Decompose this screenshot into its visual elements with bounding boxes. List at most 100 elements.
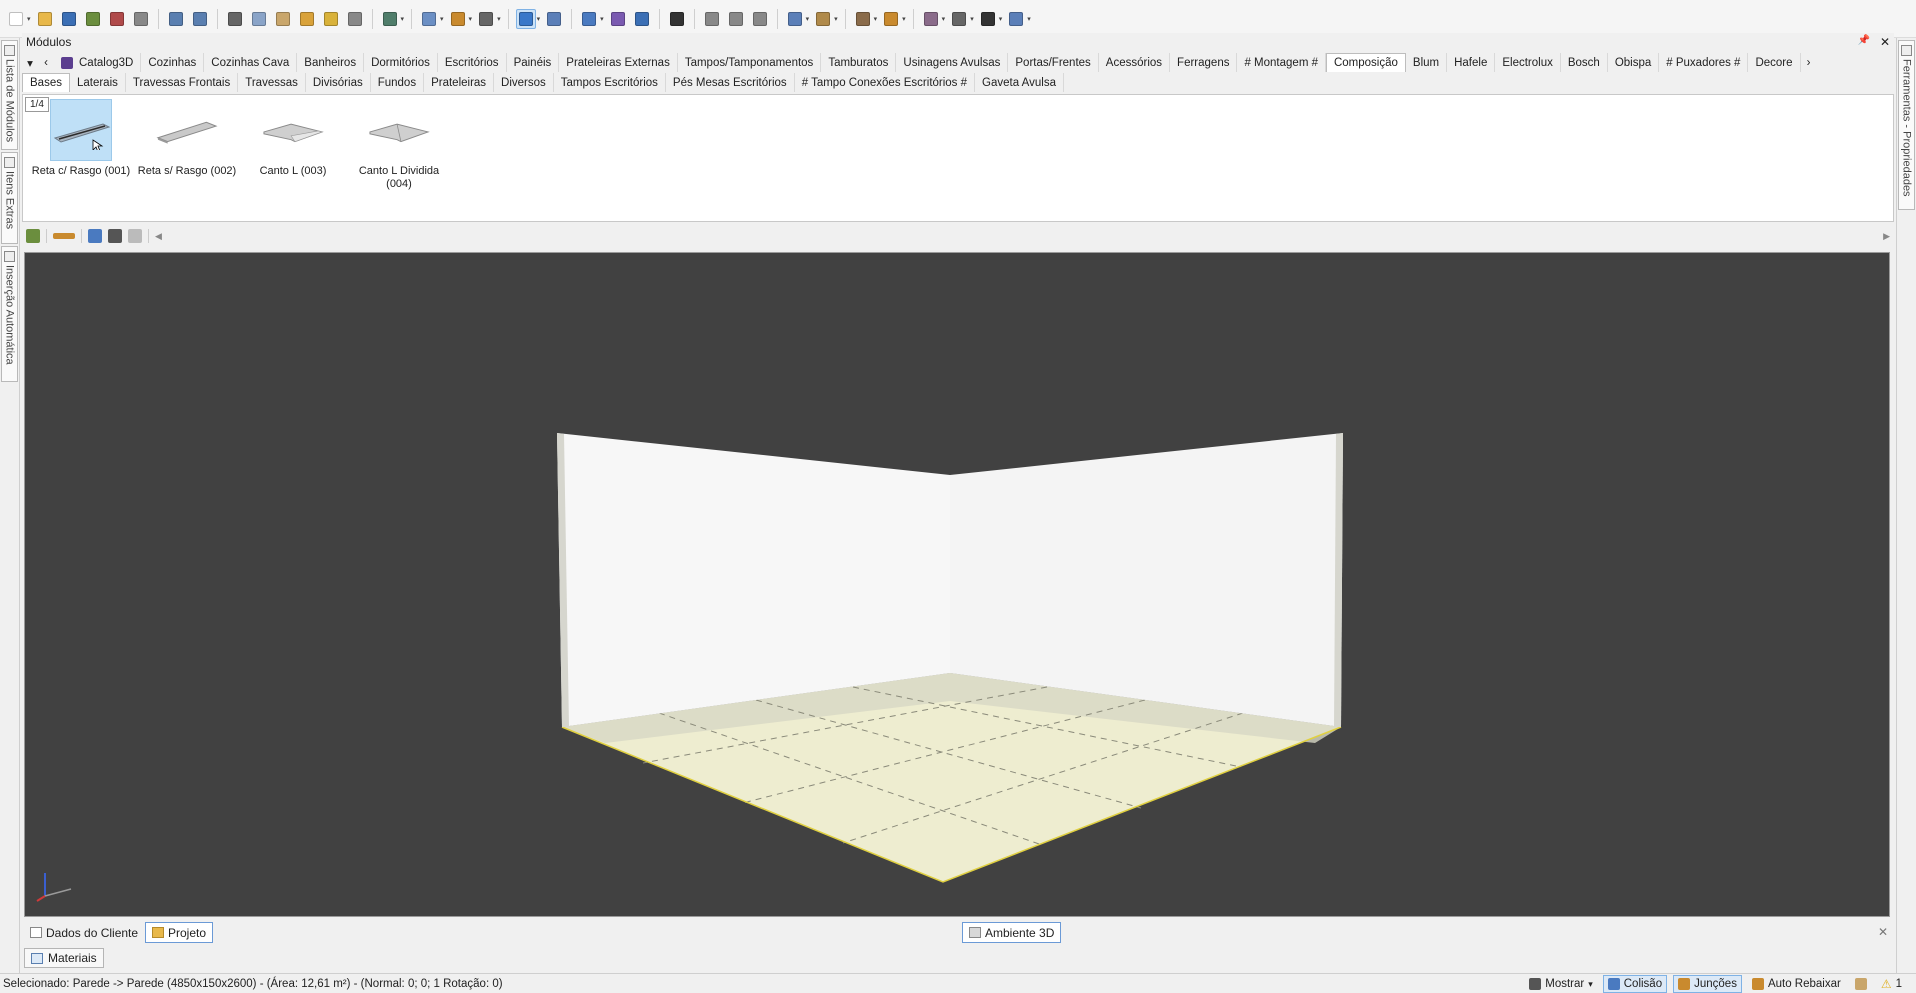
subtab-bases[interactable]: Bases: [22, 73, 70, 92]
export-button[interactable]: [1006, 9, 1026, 29]
tab-obispa[interactable]: Obispa: [1608, 53, 1660, 72]
tab-montagem[interactable]: # Montagem #: [1237, 53, 1326, 72]
tab-painéis[interactable]: Painéis: [507, 53, 560, 72]
tab-hafele[interactable]: Hafele: [1447, 53, 1496, 72]
dimension-button[interactable]: [608, 9, 628, 29]
box-button[interactable]: [813, 9, 833, 29]
subtab-travessas[interactable]: Travessas: [238, 73, 306, 92]
dropdown-arrow-icon[interactable]: ▾: [970, 15, 974, 23]
paste-button[interactable]: [273, 9, 293, 29]
dropdown-arrow-icon[interactable]: ▾: [806, 15, 810, 23]
paint-brush-button[interactable]: [297, 9, 317, 29]
scroll-right-arrow[interactable]: ▶: [1883, 231, 1890, 242]
line-style-icon[interactable]: [53, 233, 75, 239]
subtab-prateleiras[interactable]: Prateleiras: [424, 73, 495, 92]
shape-button[interactable]: [476, 9, 496, 29]
scroll-left-arrow[interactable]: ◀: [155, 231, 162, 242]
tab-ambiente-3d[interactable]: Ambiente 3D: [962, 922, 1062, 943]
close-icon[interactable]: ✕: [1880, 35, 1890, 49]
tab-ferragens[interactable]: Ferragens: [1170, 53, 1238, 72]
tab-portas-frentes[interactable]: Portas/Frentes: [1008, 53, 1099, 72]
tab-bosch[interactable]: Bosch: [1561, 53, 1608, 72]
tab-composição[interactable]: Composição: [1325, 53, 1406, 72]
tab-cozinhas[interactable]: Cozinhas: [141, 53, 205, 72]
render-alt-button[interactable]: [107, 9, 127, 29]
dropdown-arrow-icon[interactable]: ▾: [834, 15, 838, 23]
cnc-button[interactable]: [978, 9, 998, 29]
auto-lower-toggle[interactable]: Auto Rebaixar: [1748, 975, 1845, 993]
catalog-item-canto-l-dividida[interactable]: Canto L Dividida (004): [346, 99, 452, 191]
tab-materials[interactable]: Materiais: [24, 948, 104, 968]
tab-client-data[interactable]: Dados do Cliente: [24, 922, 144, 943]
window-button[interactable]: [785, 9, 805, 29]
building-icon[interactable]: [128, 229, 142, 243]
pen-button[interactable]: [881, 9, 901, 29]
subtab-gaveta-avulsa[interactable]: Gaveta Avulsa: [975, 73, 1064, 92]
shield-button[interactable]: [579, 9, 599, 29]
tab-decore[interactable]: Decore: [1748, 53, 1801, 72]
settings-tool-button[interactable]: [1851, 975, 1871, 993]
delete-button[interactable]: [345, 9, 365, 29]
tools-button[interactable]: [853, 9, 873, 29]
dropdown-arrow-icon[interactable]: ▾: [999, 15, 1003, 23]
subtab-diversos[interactable]: Diversos: [494, 73, 554, 92]
tab-list-dropdown[interactable]: ▾: [22, 53, 38, 72]
side-tab-module-list[interactable]: Lista de Módulos: [1, 40, 18, 150]
subtab-pés-mesas-escritórios[interactable]: Pés Mesas Escritórios: [666, 73, 795, 92]
new-file-button[interactable]: [6, 9, 26, 29]
tab-scroll-prev[interactable]: ‹: [38, 53, 54, 72]
tab-tamburatos[interactable]: Tamburatos: [821, 53, 897, 72]
collision-toggle[interactable]: Colisão: [1602, 975, 1668, 993]
tab-blum[interactable]: Blum: [1406, 53, 1448, 72]
subtab-tampos-escritórios[interactable]: Tampos Escritórios: [554, 73, 666, 92]
catalog-item-reta-s-rasgo[interactable]: Reta s/ Rasgo (002): [134, 99, 240, 178]
tab-project[interactable]: Projeto: [145, 922, 214, 943]
tab-acessórios[interactable]: Acessórios: [1099, 53, 1171, 72]
align-button[interactable]: [448, 9, 468, 29]
dropdown-arrow-icon[interactable]: ▾: [942, 15, 946, 23]
arrow-right-button[interactable]: [750, 9, 770, 29]
redo-button[interactable]: [190, 9, 210, 29]
subtab-divisórias[interactable]: Divisórias: [306, 73, 371, 92]
save-button[interactable]: [59, 9, 79, 29]
tab-prateleiras-externas[interactable]: Prateleiras Externas: [559, 53, 678, 72]
measure-button[interactable]: [544, 9, 564, 29]
cut-button[interactable]: [225, 9, 245, 29]
subtab-laterais[interactable]: Laterais: [70, 73, 126, 92]
report-button[interactable]: [921, 9, 941, 29]
dropdown-arrow-icon[interactable]: ▾: [537, 15, 541, 23]
joints-toggle[interactable]: Junções: [1673, 975, 1742, 993]
side-tab-auto-insert[interactable]: Inserção Automática: [1, 246, 18, 382]
close-icon[interactable]: ✕: [1878, 925, 1888, 939]
rotate-button[interactable]: [702, 9, 722, 29]
side-tab-extra-items[interactable]: Itens Extras: [1, 152, 18, 244]
tab-usinagens-avulsas[interactable]: Usinagens Avulsas: [896, 53, 1009, 72]
dropdown-arrow-icon[interactable]: ▾: [497, 15, 501, 23]
subtab-fundos[interactable]: Fundos: [371, 73, 425, 92]
arrow-left-button[interactable]: [726, 9, 746, 29]
tab-catalog3d[interactable]: Catalog3D: [54, 53, 142, 72]
tab-scroll-next[interactable]: ›: [1801, 53, 1817, 72]
undo-button[interactable]: [166, 9, 186, 29]
dropdown-arrow-icon[interactable]: ▾: [27, 15, 31, 23]
tab-puxadores[interactable]: # Puxadores #: [1659, 53, 1749, 72]
tab-dormitórios[interactable]: Dormitórios: [364, 53, 438, 72]
tab-electrolux[interactable]: Electrolux: [1495, 53, 1561, 72]
list-button[interactable]: [949, 9, 969, 29]
pin-icon[interactable]: 📌: [1857, 35, 1869, 49]
open-folder-button[interactable]: [35, 9, 55, 29]
dropdown-arrow-icon[interactable]: ▾: [469, 15, 473, 23]
catalog-item-reta-c-rasgo[interactable]: Reta c/ Rasgo (001): [28, 99, 134, 178]
subtab-tampo-conexões-escritórios[interactable]: # Tampo Conexões Escritórios #: [795, 73, 976, 92]
dropdown-arrow-icon[interactable]: ▾: [902, 15, 906, 23]
group-button[interactable]: [419, 9, 439, 29]
format-painter-button[interactable]: [321, 9, 341, 29]
dropdown-arrow-icon[interactable]: ▾: [440, 15, 444, 23]
catalog-item-canto-l[interactable]: Canto L (003): [240, 99, 346, 178]
import-icon[interactable]: [26, 229, 40, 243]
dropdown-arrow-icon[interactable]: ▾: [600, 15, 604, 23]
side-tab-tools-properties[interactable]: Ferramentas - Propriedades: [1898, 40, 1915, 210]
dropdown-arrow-icon[interactable]: ▾: [874, 15, 878, 23]
copy-button[interactable]: [249, 9, 269, 29]
tab-escritórios[interactable]: Escritórios: [438, 53, 507, 72]
